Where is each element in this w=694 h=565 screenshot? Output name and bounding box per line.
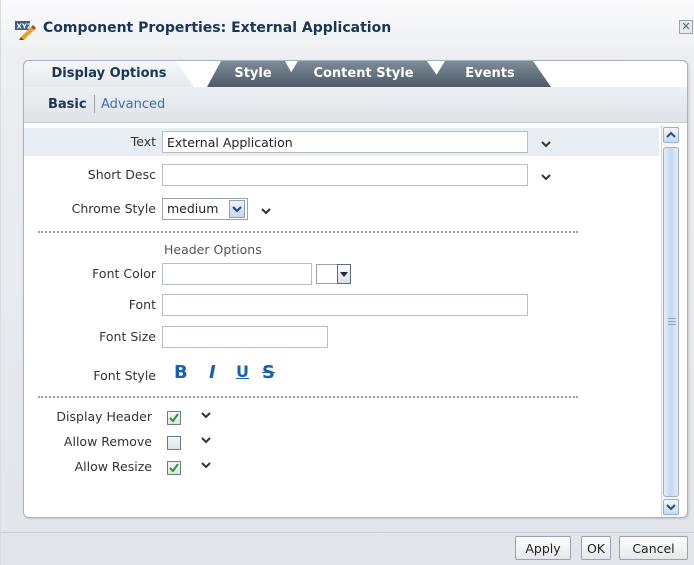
italic-icon[interactable]: I (209, 362, 216, 383)
properties-icon: XYZ (15, 20, 37, 40)
footer-divider (1, 532, 694, 533)
font-style-label: Font Style (93, 368, 156, 383)
allow-resize-checkbox[interactable] (167, 461, 181, 475)
short-desc-label: Short Desc (87, 167, 156, 182)
chevron-down-icon[interactable] (199, 458, 213, 472)
ok-button[interactable]: OK (581, 536, 611, 560)
subnav-advanced[interactable]: Advanced (101, 97, 165, 112)
section-divider (38, 231, 578, 233)
subnav: Basic Advanced (24, 87, 687, 123)
text-input[interactable] (162, 131, 528, 153)
bold-icon[interactable]: B (174, 362, 188, 383)
component-properties-dialog: XYZ Component Properties: External Appli… (0, 0, 694, 565)
cancel-button[interactable]: Cancel (619, 536, 688, 560)
allow-remove-label: Allow Remove (63, 434, 152, 449)
font-size-label: Font Size (99, 329, 156, 344)
color-picker-icon[interactable] (337, 264, 351, 284)
scroll-down-icon[interactable] (663, 499, 679, 515)
text-label: Text (130, 134, 156, 149)
form-content: Text Short Desc Chrome Style medium (24, 124, 659, 516)
chrome-style-label: Chrome Style (71, 201, 156, 216)
font-size-input[interactable] (162, 326, 328, 348)
chevron-down-icon[interactable] (539, 137, 553, 151)
dialog-footer: Apply OK Cancel (1, 530, 694, 565)
scrollbar-thumb[interactable] (663, 147, 679, 497)
apply-button[interactable]: Apply (515, 536, 571, 560)
tab-events[interactable]: Events (429, 61, 551, 87)
dialog-titlebar: XYZ Component Properties: External Appli… (1, 0, 694, 52)
dropdown-arrow-icon[interactable] (229, 200, 245, 218)
tab-bar: Display Options Style Content Style Even… (24, 61, 687, 87)
tab-display-options[interactable]: Display Options (24, 61, 194, 87)
chevron-down-icon[interactable] (199, 408, 213, 422)
underline-icon[interactable]: U (236, 362, 249, 381)
allow-remove-checkbox[interactable] (167, 436, 181, 450)
scroll-up-icon[interactable] (663, 127, 679, 143)
chevron-down-icon[interactable] (539, 170, 553, 184)
chevron-down-icon[interactable] (199, 433, 213, 447)
dialog-title: Component Properties: External Applicati… (43, 20, 392, 36)
color-swatch (316, 264, 338, 284)
strikethrough-icon[interactable]: S (262, 362, 275, 383)
font-label: Font (128, 297, 156, 312)
chrome-style-select[interactable]: medium (162, 198, 248, 220)
font-input[interactable] (162, 294, 528, 316)
display-header-label: Display Header (56, 409, 152, 424)
vertical-scrollbar[interactable] (661, 125, 679, 517)
header-options-title: Header Options (164, 242, 262, 257)
font-color-input[interactable] (162, 263, 312, 285)
chevron-down-icon[interactable] (259, 204, 273, 218)
properties-panel: Display Options Style Content Style Even… (23, 60, 688, 518)
close-icon[interactable]: ✕ (679, 20, 693, 34)
font-color-label: Font Color (92, 266, 156, 281)
allow-resize-label: Allow Resize (74, 459, 152, 474)
tab-content-style[interactable]: Content Style (282, 61, 445, 87)
display-header-checkbox[interactable] (167, 411, 181, 425)
subnav-divider (94, 95, 95, 113)
section-divider (38, 396, 578, 398)
subnav-basic[interactable]: Basic (48, 97, 87, 112)
font-style-toolbar: B I U S (174, 362, 304, 388)
short-desc-input[interactable] (162, 164, 528, 186)
chrome-style-value: medium (167, 201, 219, 216)
